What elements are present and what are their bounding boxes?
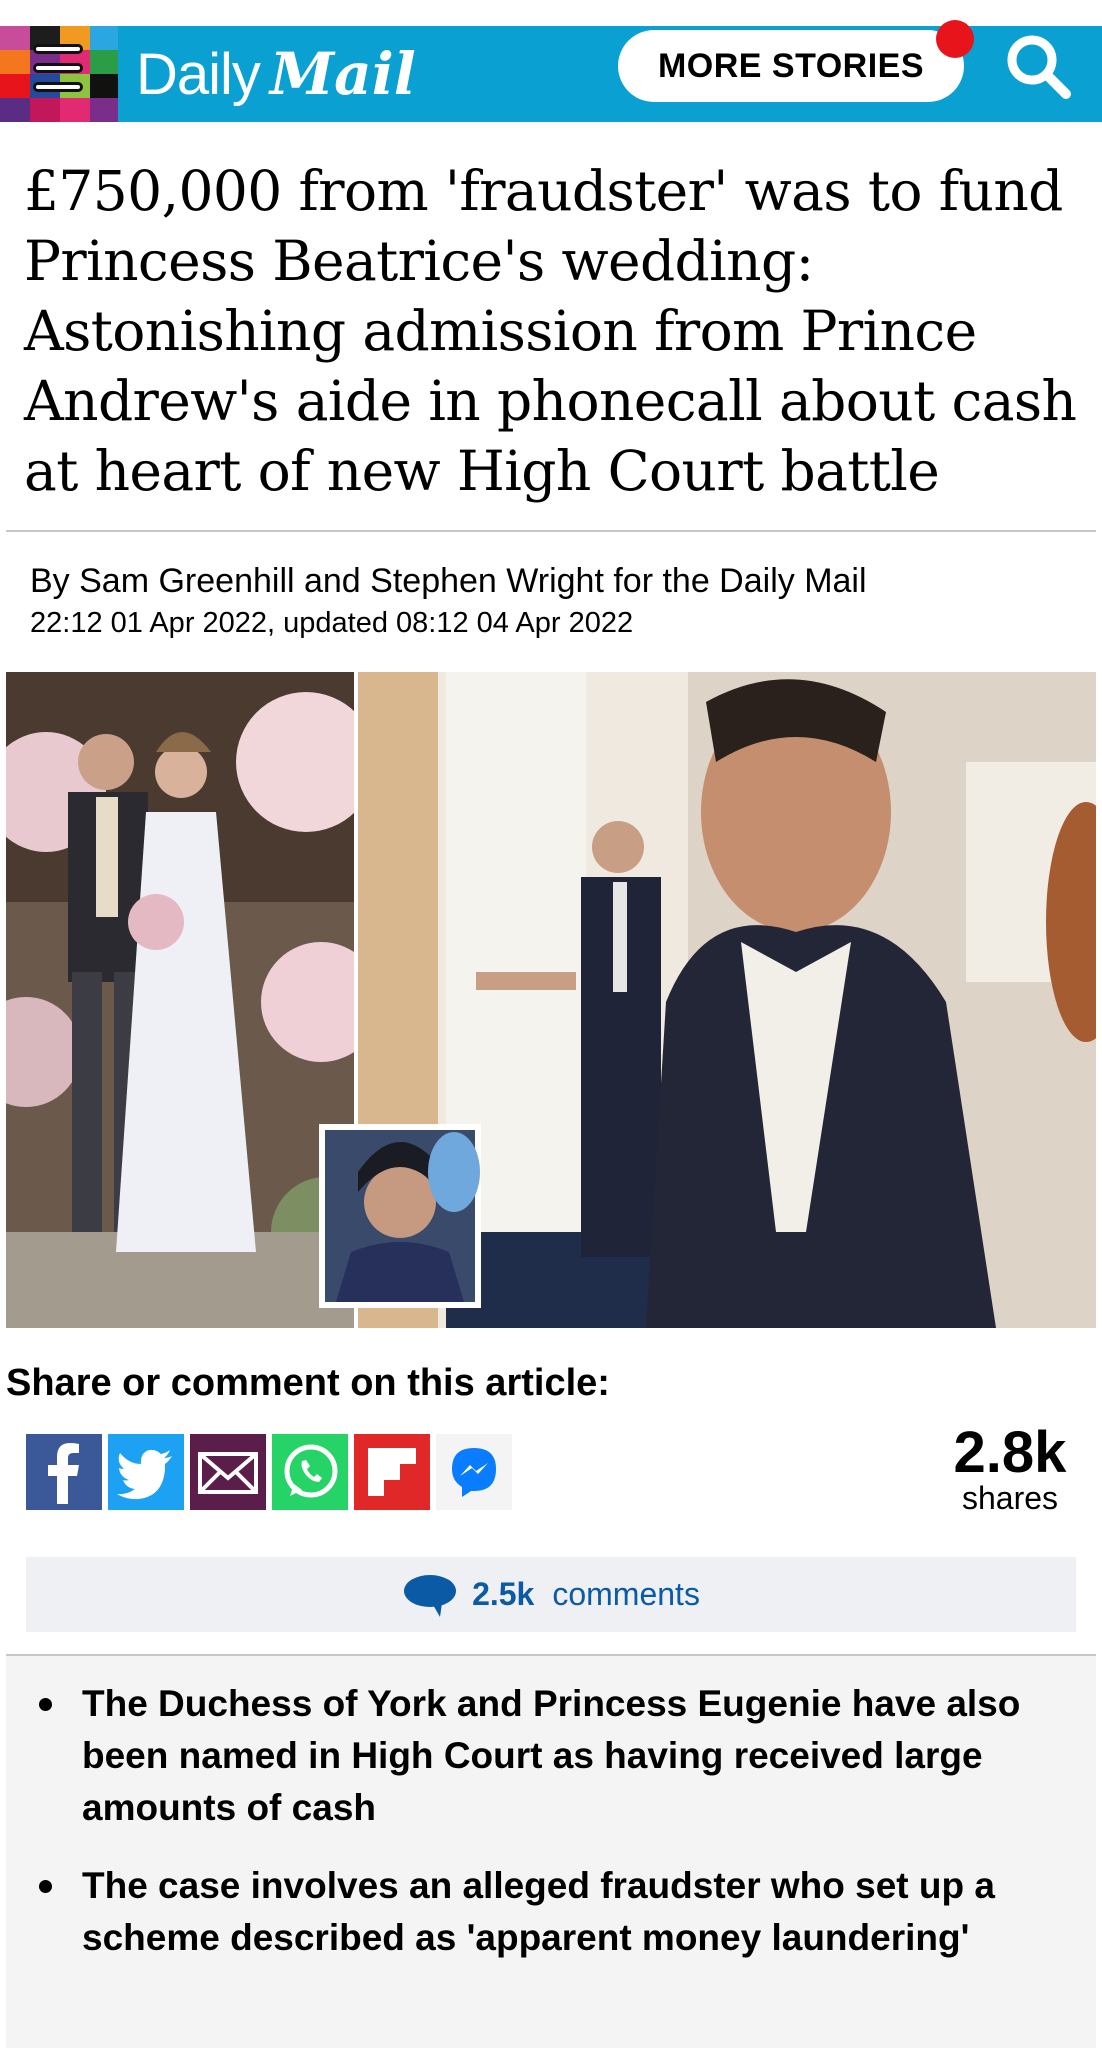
article-byline: By Sam Greenhill and Stephen Wright for … — [30, 562, 867, 600]
hamburger-menu-icon — [33, 44, 83, 104]
share-heading: Share or comment on this article: — [6, 1362, 610, 1404]
lead-image-illustration — [6, 672, 1096, 1328]
logo-daily-text: Daily — [136, 41, 261, 107]
whatsapp-icon — [284, 1444, 338, 1498]
flipboard-share-button[interactable] — [354, 1434, 430, 1510]
twitter-icon — [117, 1449, 172, 1500]
site-logo[interactable]: Daily Mail — [136, 36, 416, 112]
facebook-share-button[interactable] — [26, 1434, 102, 1510]
divider — [6, 530, 1096, 532]
share-buttons — [26, 1434, 518, 1510]
messenger-share-button[interactable] — [436, 1434, 512, 1510]
search-icon[interactable] — [1002, 30, 1074, 102]
share-count-label: shares — [961, 1480, 1059, 1516]
summary-bullet: The Duchess of York and Princess Eugenie… — [6, 1678, 1096, 1834]
article-headline: £750,000 from 'fraudster' was to fund Pr… — [24, 159, 1077, 503]
bullet-dot — [39, 1880, 52, 1893]
comment-bubble-icon — [404, 1574, 457, 1617]
comments-label: comments — [552, 1576, 700, 1612]
notification-dot — [936, 20, 974, 58]
whatsapp-share-button[interactable] — [272, 1434, 348, 1510]
flipboard-icon — [368, 1448, 416, 1496]
bullet-dot — [39, 1698, 52, 1711]
comments-count: 2.5k — [472, 1576, 535, 1612]
summary-bullet-text: The case involves an alleged fraudster w… — [82, 1865, 995, 1958]
summary-bullet-text: The Duchess of York and Princess Eugenie… — [82, 1683, 1021, 1828]
email-share-button[interactable] — [190, 1434, 266, 1510]
top-navigation-bar: Daily Mail MORE STORIES — [0, 20, 1102, 122]
share-count: 2.8k shares — [940, 1420, 1080, 1516]
twitter-share-button[interactable] — [108, 1434, 184, 1510]
share-count-number: 2.8k — [953, 1420, 1067, 1485]
comments-button[interactable]: 2.5k comments — [26, 1557, 1076, 1632]
article-summary: The Duchess of York and Princess Eugenie… — [6, 1656, 1096, 2048]
article-lead-image[interactable] — [6, 672, 1096, 1328]
more-stories-button[interactable]: MORE STORIES — [618, 30, 964, 102]
messenger-icon — [452, 1448, 496, 1497]
facebook-icon — [48, 1443, 79, 1504]
logo-mail-text: Mail — [269, 40, 416, 108]
email-icon — [198, 1452, 258, 1494]
summary-bullet: The case involves an alleged fraudster w… — [6, 1860, 1096, 1964]
menu-button[interactable] — [0, 26, 118, 122]
article-dateline: 22:12 01 Apr 2022, updated 08:12 04 Apr … — [30, 607, 634, 639]
